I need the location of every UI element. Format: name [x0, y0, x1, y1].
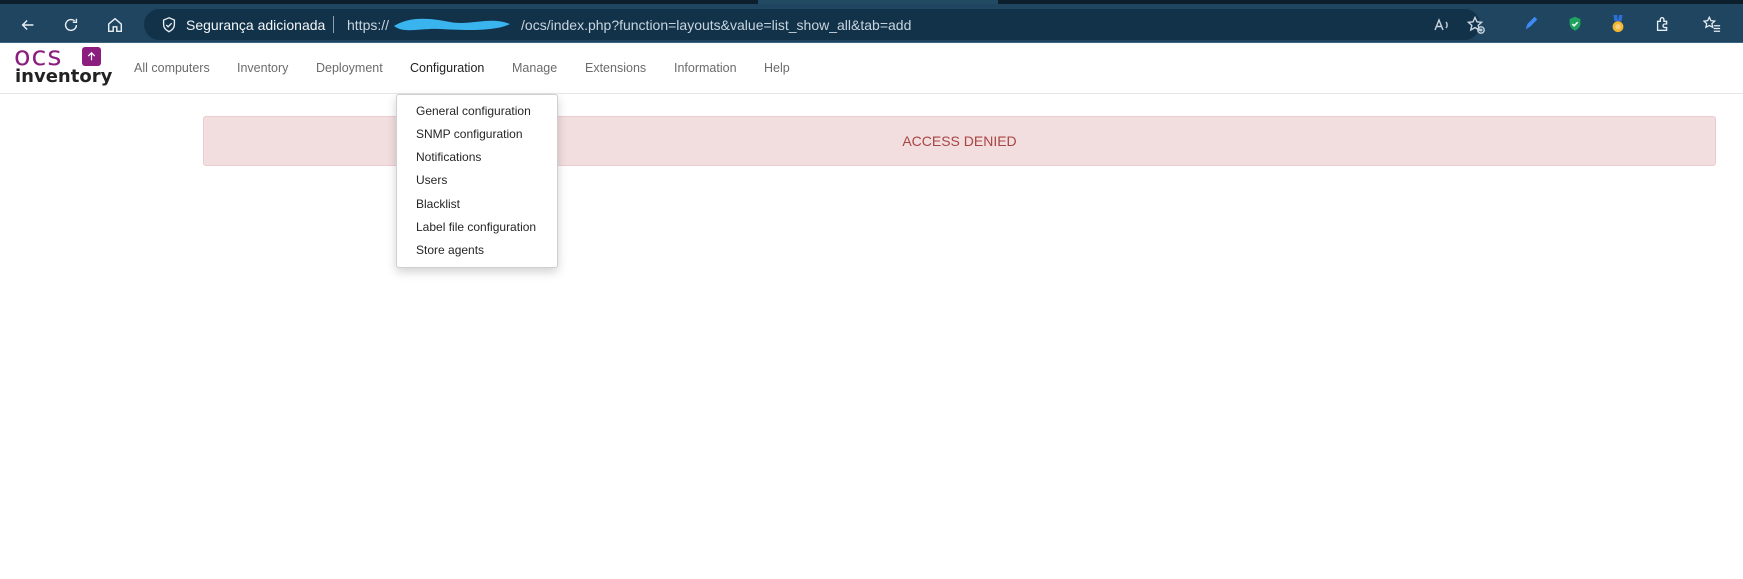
refresh-button[interactable]	[56, 10, 86, 40]
address-separator	[333, 16, 334, 33]
menu-item-general-configuration[interactable]: General configuration	[416, 104, 531, 118]
nav-extensions[interactable]: Extensions	[585, 61, 646, 75]
nav-configuration[interactable]: Configuration	[410, 61, 484, 75]
refresh-icon	[64, 18, 78, 32]
nav-inventory[interactable]: Inventory	[237, 61, 288, 75]
logo-upload-icon	[82, 47, 101, 66]
menu-item-blacklist[interactable]: Blacklist	[416, 197, 460, 211]
medal-extension-icon	[1612, 15, 1624, 33]
redaction-scribble	[394, 18, 510, 31]
medal-extension-button[interactable]	[1607, 13, 1629, 35]
browser-toolbar: Segurança adicionada https:// /ocs/index.…	[0, 4, 1743, 43]
nav-deployment[interactable]: Deployment	[316, 61, 383, 75]
menu-item-snmp-configuration[interactable]: SNMP configuration	[416, 127, 523, 141]
extensions-icon	[1656, 17, 1668, 31]
nav-manage[interactable]: Manage	[512, 61, 557, 75]
url-path: /ocs/index.php?function=layouts&value=li…	[521, 17, 912, 33]
ocs-logo[interactable]: ocs inventory	[14, 41, 112, 89]
home-icon	[107, 17, 123, 33]
favorites-button[interactable]	[1701, 13, 1723, 35]
nav-all-computers[interactable]: All computers	[134, 61, 210, 75]
nav-information[interactable]: Information	[674, 61, 737, 75]
shield-icon[interactable]	[160, 16, 178, 34]
menu-item-label-file-configuration[interactable]: Label file configuration	[416, 220, 536, 234]
favorites-icon	[1703, 15, 1721, 32]
pen-extension-icon	[1525, 16, 1538, 30]
logo-inventory-text: inventory	[15, 66, 113, 87]
menu-item-store-agents[interactable]: Store agents	[416, 243, 484, 257]
nav-help[interactable]: Help	[764, 61, 790, 75]
address-bar[interactable]: Segurança adicionada https:// /ocs/index.…	[144, 9, 1485, 40]
read-aloud-icon[interactable]	[1432, 15, 1452, 35]
shield-check-extension-icon	[1569, 16, 1581, 31]
url-prefix: https://	[347, 17, 390, 33]
back-button[interactable]	[13, 10, 43, 40]
extensions-button[interactable]	[1652, 13, 1674, 35]
menu-item-users[interactable]: Users	[416, 173, 447, 187]
back-icon	[21, 19, 34, 31]
shield-extension-button[interactable]	[1564, 13, 1586, 35]
menu-item-notifications[interactable]: Notifications	[416, 150, 481, 164]
favorite-add-icon[interactable]	[1466, 15, 1486, 35]
configuration-dropdown: General configuration SNMP configuration…	[396, 94, 558, 268]
pen-extension-button[interactable]	[1520, 13, 1542, 35]
home-button[interactable]	[100, 10, 130, 40]
security-label[interactable]: Segurança adicionada	[186, 17, 325, 33]
